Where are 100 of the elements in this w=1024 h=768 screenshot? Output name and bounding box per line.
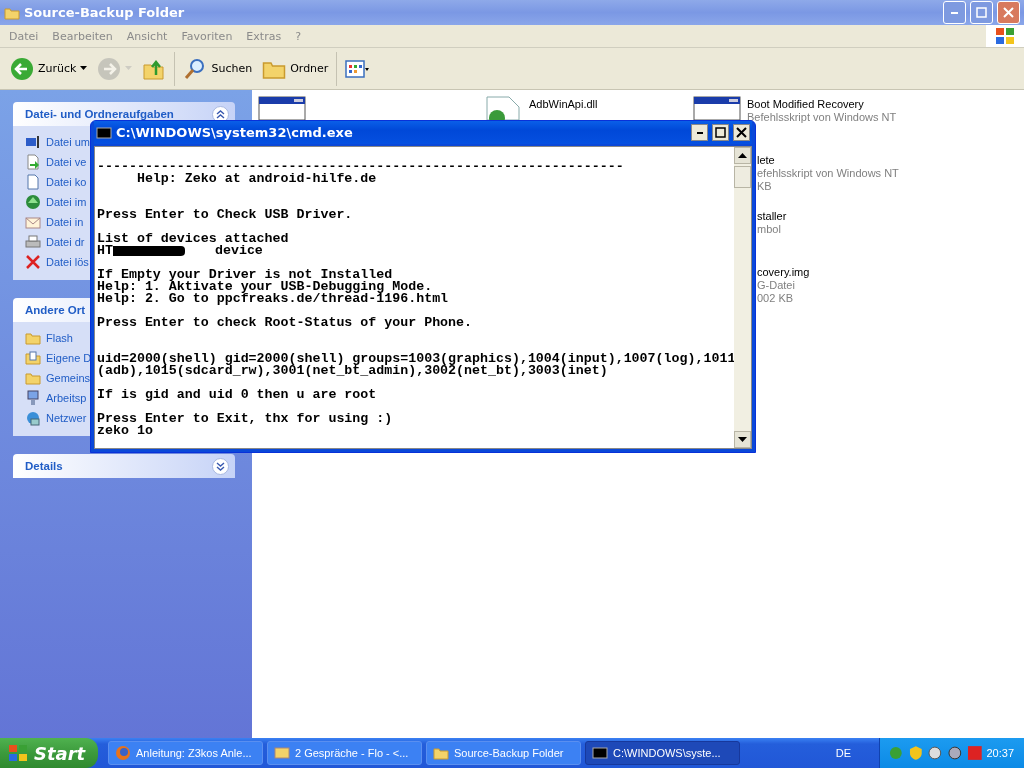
task-link[interactable]: Netzwer <box>46 412 87 424</box>
windows-logo-icon <box>995 27 1015 45</box>
console-line: If is gid and uid 0 then u are root <box>97 389 377 401</box>
console-line: Help: 1. Aktivate your USB-Debugging Mode. <box>97 281 433 293</box>
globe-icon <box>25 194 41 210</box>
taskbar-button[interactable]: 2 Gespräche - Flo - <... <box>267 741 422 765</box>
console-line: ------------------------------------------------------------------ <box>97 161 624 173</box>
delete-icon <box>25 254 41 270</box>
move-file-icon <box>25 154 41 170</box>
tray-icon <box>888 745 904 761</box>
search-button[interactable]: Suchen <box>179 51 257 86</box>
file-detail: Befehlsskript von Windows NT <box>747 111 897 124</box>
console-line: (adb),1015(sdcard_rw),3001(net_bt_admin),3002(net_bt),3003(inet) <box>97 365 608 377</box>
file-name[interactable]: AdbWinApi.dll <box>529 98 598 111</box>
tray-icon <box>966 745 983 761</box>
file-name[interactable]: lete <box>757 154 899 167</box>
close-icon <box>1003 7 1014 18</box>
dll-file-icon <box>483 96 523 120</box>
folder-icon <box>25 370 41 386</box>
menu-item[interactable]: Ansicht <box>119 29 175 43</box>
console-icon <box>96 124 112 141</box>
console-line: Help: Zeko at android-hilfe.de <box>135 173 377 185</box>
console-line: uid=2000(shell) gid=2000(shell) groups=1003(graphics),1004(input),1007(log),1011 <box>97 353 734 365</box>
chat-icon <box>274 745 290 761</box>
tray-icon <box>947 745 963 761</box>
section-header[interactable]: Details <box>13 454 235 478</box>
menu-item[interactable]: Datei <box>2 29 46 43</box>
task-link[interactable]: Datei dr <box>46 236 85 248</box>
section-title: Andere Ort <box>25 304 87 316</box>
task-link[interactable]: Arbeitsp <box>46 392 87 404</box>
task-link[interactable]: Datei um <box>46 136 91 148</box>
caret-icon <box>125 66 133 71</box>
console-line: HT <box>97 245 113 257</box>
envelope-icon <box>25 214 41 230</box>
shield-icon <box>907 745 924 761</box>
documents-folder-icon <box>25 350 41 366</box>
taskbar-button[interactable]: C:\WINDOWS\syste... <box>585 741 740 765</box>
up-arrow-icon <box>738 153 747 158</box>
document-icon <box>25 174 41 190</box>
menu-item[interactable]: Bearbeiten <box>45 29 120 43</box>
task-link[interactable]: Datei in <box>46 216 84 228</box>
task-link[interactable]: Gemeins <box>46 372 91 384</box>
minimize-icon <box>696 131 703 134</box>
file-name[interactable]: staller <box>757 210 787 223</box>
task-link[interactable]: Flash <box>46 332 73 344</box>
maximize-button[interactable] <box>712 124 729 141</box>
console-icon <box>592 745 608 761</box>
scroll-thumb[interactable] <box>734 166 751 188</box>
file-detail: mbol <box>757 223 782 236</box>
batch-file-icon <box>258 96 306 120</box>
task-link[interactable]: Datei ko <box>46 176 87 188</box>
file-name[interactable]: Boot Modified Recovery <box>747 98 897 111</box>
network-icon <box>25 410 41 426</box>
console-line: List of devices attached <box>97 233 289 245</box>
language-indicator[interactable]: DE <box>835 747 851 759</box>
taskbar-button[interactable]: Source-Backup Folder <box>426 741 581 765</box>
window-title: Source-Backup Folder <box>24 5 186 20</box>
folders-button[interactable]: Ordner <box>258 51 333 86</box>
clock: 20:37 <box>986 747 1014 759</box>
console-line: Press Enter to Check USB Driver. <box>97 209 353 221</box>
file-name[interactable]: covery.img <box>757 266 810 279</box>
browser-icon <box>115 745 131 761</box>
close-icon <box>736 127 747 138</box>
section-title: Datei- und Ordneraufgaben <box>25 108 175 120</box>
console-line: device <box>214 245 263 257</box>
task-link[interactable]: Datei im <box>46 196 87 208</box>
close-button[interactable] <box>733 124 750 141</box>
task-link[interactable]: Datei lös <box>46 256 89 268</box>
console-line: Press Enter to Exit, thx for using :) <box>97 413 393 425</box>
maximize-icon <box>715 127 726 138</box>
menu-item[interactable]: Favoriten <box>174 29 240 43</box>
minimize-button[interactable] <box>691 124 708 141</box>
menu-item[interactable]: ? <box>288 29 308 43</box>
console-line: If Empty your Driver is not Installed <box>97 269 393 281</box>
down-arrow-icon <box>738 437 747 442</box>
printer-icon <box>25 234 41 250</box>
expand-chevron-icon[interactable] <box>212 457 229 475</box>
start-button[interactable]: Start <box>0 738 98 768</box>
console-line: Help: 2. Go to ppcfreaks.de/thread-1196.html <box>97 293 449 305</box>
back-button[interactable]: Zurück <box>6 51 92 86</box>
file-detail: 002 KB <box>757 292 795 305</box>
folder-icon <box>433 745 449 761</box>
file-detail: KB <box>757 180 773 193</box>
windows-logo-icon <box>8 744 28 762</box>
rename-icon <box>25 134 41 150</box>
computer-icon <box>25 390 41 406</box>
file-detail: efehlsskript von Windows NT <box>757 167 899 180</box>
task-link[interactable]: Datei ve <box>46 156 87 168</box>
console-line: zeko 1o <box>97 425 153 437</box>
menu-item[interactable]: Extras <box>239 29 289 43</box>
console-line: Press Enter to check Root-Status of your Phone. <box>97 317 473 329</box>
batch-file-icon <box>693 96 741 120</box>
scrollbar[interactable] <box>734 147 751 448</box>
views-icon <box>345 58 370 79</box>
folder-icon <box>25 330 41 346</box>
section-title: Details <box>25 460 64 472</box>
file-detail: G-Datei <box>757 279 796 292</box>
caret-icon <box>80 66 88 71</box>
taskbar-button[interactable]: Anleitung: Z3kos Anle... <box>108 741 263 765</box>
maximize-icon <box>976 7 987 18</box>
